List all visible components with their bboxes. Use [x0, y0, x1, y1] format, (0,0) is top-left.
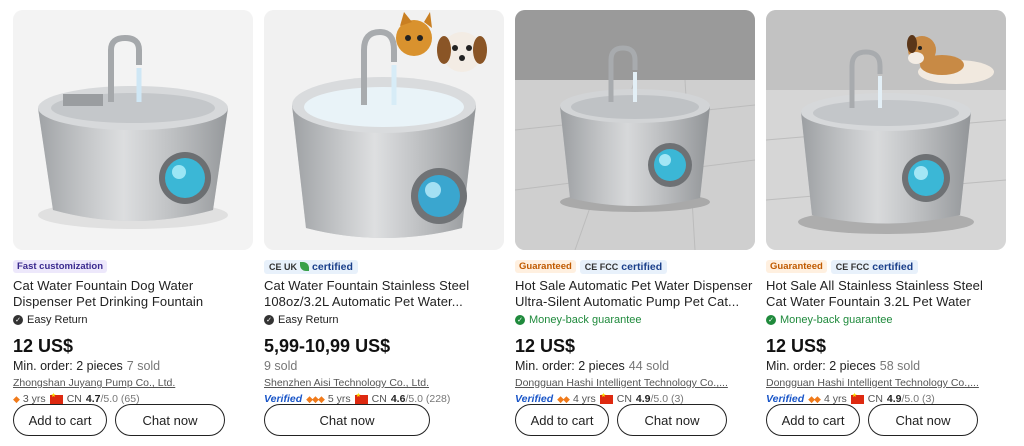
add-to-cart-button[interactable]: Add to cart — [515, 404, 609, 436]
product-image[interactable] — [515, 10, 755, 250]
certification-badge: CE UK certified — [264, 259, 358, 274]
min-order-row: 9 sold — [264, 359, 504, 375]
cert-label: certified — [872, 260, 914, 273]
cert-label: certified — [312, 260, 353, 273]
min-order: Min. order: 2 pieces — [766, 359, 876, 373]
china-flag-icon — [599, 392, 613, 404]
water-fountain-with-dog-image — [766, 10, 1006, 250]
perk-label: Money-back guarantee — [780, 314, 893, 326]
perk-row: ✓ Easy Return — [13, 313, 253, 327]
water-fountain-image — [13, 10, 253, 250]
shield-check-icon: ✓ — [13, 315, 23, 325]
chat-now-button[interactable]: Chat now — [868, 404, 978, 436]
action-row: Add to cart Chat now — [515, 404, 727, 436]
product-price: 5,99-10,99 US$ — [264, 336, 391, 356]
sold-count: 9 sold — [264, 359, 298, 373]
perk-row: ✓ Easy Return — [264, 313, 504, 327]
fast-customization-badge: Fast customization — [13, 260, 108, 273]
china-flag-icon — [354, 392, 368, 404]
chat-now-button[interactable]: Chat now — [617, 404, 727, 436]
product-price: 12 US$ — [766, 336, 827, 356]
water-fountain-floor-image — [515, 10, 755, 250]
cert-marks: CE FCC — [584, 261, 619, 272]
certification-badge: CE FCC certified — [579, 259, 668, 274]
product-title[interactable]: Cat Water Fountain Stainless Steel 108oz… — [264, 278, 504, 310]
product-image[interactable] — [264, 10, 504, 250]
supplier-link[interactable]: Zhongshan Juyang Pump Co., Ltd. — [13, 377, 253, 390]
shield-check-icon: ✓ — [264, 315, 274, 325]
check-circle-icon: ✓ — [515, 315, 525, 325]
certification-badge: CE FCC certified — [830, 259, 919, 274]
chat-now-button[interactable]: Chat now — [115, 404, 225, 436]
product-price: 12 US$ — [515, 336, 576, 356]
product-image[interactable] — [13, 10, 253, 250]
product-title[interactable]: Hot Sale Automatic Pet Water Dispenser U… — [515, 278, 755, 310]
supplier-link[interactable]: Dongguan Hashi Intelligent Technology Co… — [766, 377, 1006, 390]
guaranteed-badge: Guaranteed — [515, 260, 576, 273]
product-card[interactable]: CE UK certified Cat Water Fountain Stain… — [264, 10, 504, 446]
product-card[interactable]: Guaranteed CE FCC certified Hot Sale All… — [766, 10, 1006, 446]
product-title[interactable]: Cat Water Fountain Dog Water Dispenser P… — [13, 278, 253, 310]
product-grid: Fast customization Cat Water Fountain Do… — [0, 0, 1024, 446]
perk-label: Easy Return — [278, 314, 339, 326]
sold-count: 58 sold — [879, 359, 921, 373]
add-to-cart-button[interactable]: Add to cart — [766, 404, 860, 436]
cert-label: certified — [621, 260, 663, 273]
perk-label: Money-back guarantee — [529, 314, 642, 326]
badge-row: Guaranteed CE FCC certified — [766, 259, 1006, 274]
leaf-icon — [300, 262, 310, 271]
action-row: Add to cart Chat now — [13, 404, 225, 436]
check-circle-icon: ✓ — [766, 315, 776, 325]
diamond-icon: ◆◆ — [557, 393, 570, 404]
perk-row: ✓ Money-back guarantee — [515, 313, 755, 327]
product-price: 12 US$ — [13, 336, 74, 356]
water-fountain-with-pets-image — [264, 10, 504, 250]
badge-row: CE UK certified — [264, 259, 504, 274]
min-order: Min. order: 2 pieces — [13, 359, 123, 373]
cert-marks: CE FCC — [835, 261, 870, 272]
china-flag-icon — [49, 392, 63, 404]
product-image[interactable] — [766, 10, 1006, 250]
supplier-link[interactable]: Shenzhen Aisi Technology Co., Ltd. — [264, 377, 504, 390]
add-to-cart-button[interactable]: Add to cart — [13, 404, 107, 436]
sold-count: 7 sold — [126, 359, 161, 373]
action-row: Add to cart Chat now — [766, 404, 978, 436]
product-card[interactable]: Fast customization Cat Water Fountain Do… — [13, 10, 253, 446]
perk-label: Easy Return — [27, 314, 88, 326]
diamond-icon: ◆◆◆ — [306, 393, 325, 404]
min-order-row: Min. order: 2 pieces 7 sold — [13, 359, 253, 375]
chat-now-button[interactable]: Chat now — [264, 404, 430, 436]
min-order-row: Min. order: 2 pieces 58 sold — [766, 359, 1006, 375]
min-order-row: Min. order: 2 pieces 44 sold — [515, 359, 755, 375]
min-order: Min. order: 2 pieces — [515, 359, 625, 373]
supplier-link[interactable]: Dongguan Hashi Intelligent Technology Co… — [515, 377, 755, 390]
perk-row: ✓ Money-back guarantee — [766, 313, 1006, 327]
badge-row: Fast customization — [13, 259, 253, 274]
product-title[interactable]: Hot Sale All Stainless Stainless Steel C… — [766, 278, 1006, 310]
cert-marks: CE UK — [269, 261, 298, 272]
diamond-icon: ◆ — [13, 393, 20, 404]
action-row: Chat now — [264, 404, 430, 436]
badge-row: Guaranteed CE FCC certified — [515, 259, 755, 274]
guaranteed-badge: Guaranteed — [766, 260, 827, 273]
sold-count: 44 sold — [628, 359, 670, 373]
diamond-icon: ◆◆ — [808, 393, 821, 404]
product-card[interactable]: Guaranteed CE FCC certified Hot Sale Aut… — [515, 10, 755, 446]
china-flag-icon — [850, 392, 864, 404]
